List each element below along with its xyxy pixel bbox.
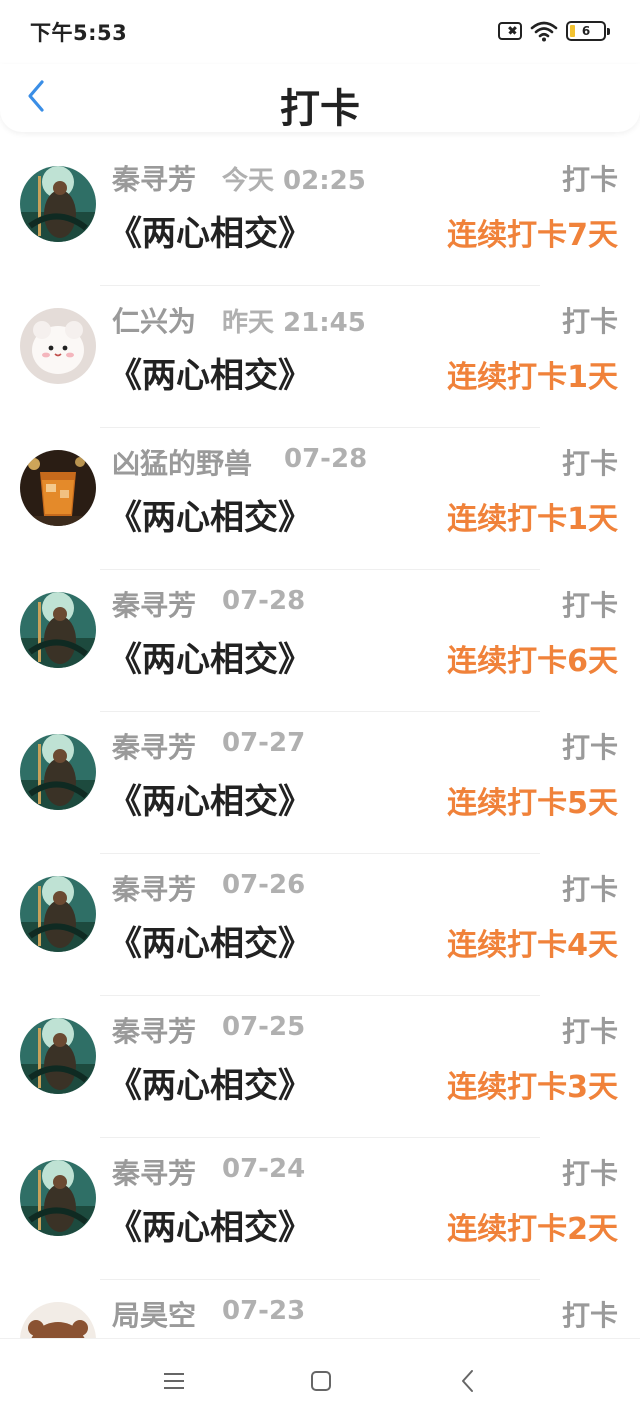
list-item[interactable]: 秦寻芳 今天 02:25 打卡 《两心相交》 连续打卡7天 — [0, 144, 640, 286]
nav-home-button[interactable] — [305, 1365, 337, 1397]
post-time: 昨天 21:45 — [222, 308, 366, 338]
status-time: 下午5:53 — [30, 21, 128, 45]
post-time: 07-23 — [222, 1296, 306, 1326]
user-name: 秦寻芳 — [112, 731, 197, 764]
post-time: 07-26 — [222, 870, 306, 900]
post-time: 07-28 — [284, 444, 368, 474]
streak-label: 连续打卡1天 — [447, 502, 618, 537]
chevron-left-icon — [462, 1370, 473, 1392]
avatar[interactable] — [20, 1302, 96, 1338]
item-type: 打卡 — [561, 1157, 618, 1190]
streak-label: 连续打卡2天 — [447, 1212, 618, 1247]
avatar[interactable] — [20, 166, 96, 242]
checkin-list: 秦寻芳 今天 02:25 打卡 《两心相交》 连续打卡7天 仁兴为 昨天 21:… — [0, 144, 640, 1338]
system-nav-bar — [0, 1338, 640, 1422]
avatar[interactable] — [20, 734, 96, 810]
menu-icon — [164, 1373, 184, 1389]
list-item[interactable]: 秦寻芳 07-24 打卡 《两心相交》 连续打卡2天 — [0, 1138, 640, 1280]
avatar[interactable] — [20, 308, 96, 384]
list-item[interactable]: 局昊空 07-23 打卡 — [0, 1280, 640, 1338]
item-type: 打卡 — [561, 163, 618, 196]
status-bar: 下午5:53 6 — [0, 0, 640, 64]
streak-label: 连续打卡1天 — [447, 360, 618, 395]
book-title[interactable]: 《两心相交》 — [108, 1058, 312, 1107]
book-title[interactable]: 《两心相交》 — [108, 774, 312, 823]
avatar[interactable] — [20, 592, 96, 668]
post-time: 07-28 — [222, 586, 306, 616]
item-type: 打卡 — [561, 873, 618, 906]
avatar[interactable] — [20, 450, 96, 526]
user-name: 秦寻芳 — [112, 589, 197, 622]
battery-icon: 6 — [566, 21, 610, 41]
user-name: 凶猛的野兽 — [112, 447, 253, 480]
list-item[interactable]: 秦寻芳 07-28 打卡 《两心相交》 连续打卡6天 — [0, 570, 640, 712]
book-title[interactable]: 《两心相交》 — [108, 348, 312, 397]
post-time: 07-27 — [222, 728, 306, 758]
list-item[interactable]: 秦寻芳 07-27 打卡 《两心相交》 连续打卡5天 — [0, 712, 640, 854]
user-name: 秦寻芳 — [112, 1157, 197, 1190]
item-type: 打卡 — [561, 1015, 618, 1048]
book-title[interactable]: 《两心相交》 — [108, 916, 312, 965]
battery-level: 6 — [581, 24, 591, 38]
streak-label: 连续打卡5天 — [447, 786, 618, 821]
book-title[interactable]: 《两心相交》 — [108, 490, 312, 539]
avatar[interactable] — [20, 1018, 96, 1094]
avatar[interactable] — [20, 876, 96, 952]
streak-label: 连续打卡7天 — [447, 218, 618, 253]
list-item[interactable]: 秦寻芳 07-25 打卡 《两心相交》 连续打卡3天 — [0, 996, 640, 1138]
no-sim-icon — [498, 22, 522, 40]
user-name: 秦寻芳 — [112, 1015, 197, 1048]
item-type: 打卡 — [561, 589, 618, 622]
header: 打卡 — [0, 64, 640, 132]
item-type: 打卡 — [561, 1299, 618, 1332]
book-title[interactable]: 《两心相交》 — [108, 632, 312, 681]
post-time: 07-25 — [222, 1012, 306, 1042]
user-name: 秦寻芳 — [112, 873, 197, 906]
item-type: 打卡 — [561, 305, 618, 338]
item-type: 打卡 — [561, 731, 618, 764]
user-name: 局昊空 — [112, 1299, 197, 1332]
avatar[interactable] — [20, 1160, 96, 1236]
book-title[interactable]: 《两心相交》 — [108, 1200, 312, 1249]
user-name: 秦寻芳 — [112, 163, 197, 196]
list-item[interactable]: 凶猛的野兽 07-28 打卡 《两心相交》 连续打卡1天 — [0, 428, 640, 570]
user-name: 仁兴为 — [112, 305, 197, 338]
item-type: 打卡 — [561, 447, 618, 480]
post-time: 07-24 — [222, 1154, 306, 1184]
post-time: 今天 02:25 — [222, 166, 366, 196]
list-item[interactable]: 仁兴为 昨天 21:45 打卡 《两心相交》 连续打卡1天 — [0, 286, 640, 428]
nav-back-button[interactable] — [452, 1365, 484, 1397]
wifi-icon — [530, 20, 558, 42]
status-icons: 6 — [498, 20, 610, 42]
square-home-icon — [311, 1371, 331, 1391]
streak-label: 连续打卡4天 — [447, 928, 618, 963]
book-title[interactable]: 《两心相交》 — [108, 206, 312, 255]
list-item[interactable]: 秦寻芳 07-26 打卡 《两心相交》 连续打卡4天 — [0, 854, 640, 996]
streak-label: 连续打卡3天 — [447, 1070, 618, 1105]
page-title: 打卡 — [280, 86, 360, 132]
nav-menu-button[interactable] — [158, 1365, 190, 1397]
streak-label: 连续打卡6天 — [447, 644, 618, 679]
